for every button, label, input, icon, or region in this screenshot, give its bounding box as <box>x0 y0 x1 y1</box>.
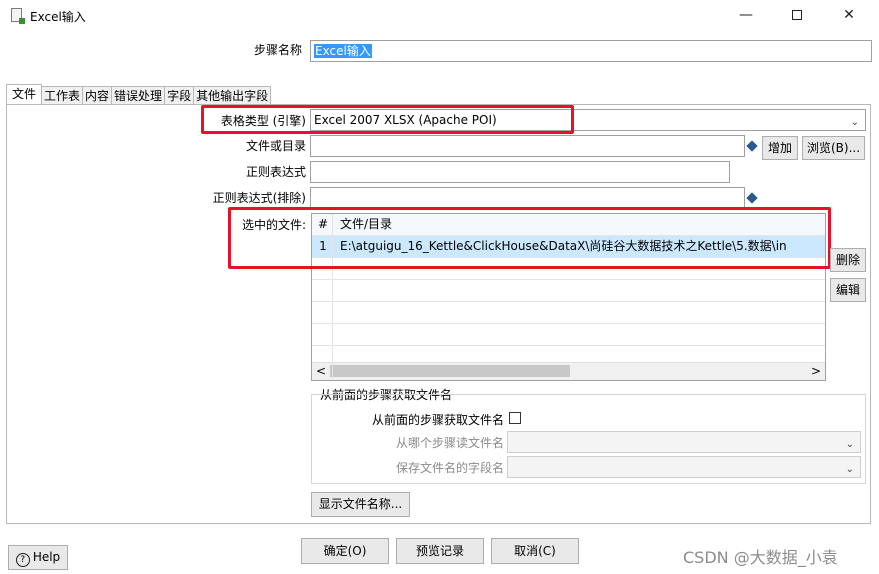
highlight-box-engine <box>201 105 574 134</box>
chevron-down-icon: ⌄ <box>845 464 854 475</box>
help-button[interactable]: ? Help <box>8 545 68 570</box>
tab-other-output-fields[interactable]: 其他输出字段 <box>193 86 272 105</box>
show-filenames-button[interactable]: 显示文件名称... <box>311 492 410 517</box>
step-name-input[interactable]: Excel输入 <box>310 40 872 62</box>
maximize-icon <box>792 10 802 20</box>
field-name-label: 保存文件名的字段名 <box>395 461 504 475</box>
file-or-dir-input[interactable] <box>310 135 745 157</box>
step-name-label: 步骤名称 <box>253 43 302 57</box>
maximize-button[interactable] <box>782 4 812 26</box>
accept-filenames-label: 从前面的步骤获取文件名 <box>371 413 504 427</box>
tab-file[interactable]: 文件 <box>6 84 43 105</box>
kettle-step-icon <box>11 8 25 24</box>
regex-exclude-input[interactable] <box>310 187 745 209</box>
step-to-read-label: 从哪个步骤读文件名 <box>395 436 504 450</box>
add-button[interactable]: 增加 <box>762 136 798 160</box>
table-row[interactable] <box>312 280 825 302</box>
file-or-dir-label: 文件或目录 <box>245 139 306 153</box>
help-button-label: Help <box>32 550 61 564</box>
tab-worksheet[interactable]: 工作表 <box>41 86 84 105</box>
chevron-down-icon: ⌄ <box>845 439 854 450</box>
scroll-thumb[interactable] <box>330 365 570 377</box>
ok-button[interactable]: 确定(O) <box>301 538 389 564</box>
browse-button[interactable]: 浏览(B)... <box>802 136 865 160</box>
tab-bar: 文件 工作表 内容 错误处理 字段 其他输出字段 <box>6 84 272 105</box>
delete-button[interactable]: 删除 <box>830 248 866 272</box>
close-button[interactable]: ✕ <box>834 4 864 26</box>
regex-input[interactable] <box>310 161 730 183</box>
horizontal-scrollbar[interactable]: < > <box>312 362 825 380</box>
minimize-button[interactable]: — <box>731 4 761 26</box>
regex-label: 正则表达式 <box>245 165 306 179</box>
accept-filenames-checkbox[interactable] <box>509 412 521 424</box>
regex-exclude-label: 正则表达式(排除) <box>212 191 306 205</box>
step-to-read-select[interactable]: ⌄ <box>507 431 861 453</box>
tab-fields[interactable]: 字段 <box>164 86 195 105</box>
step-name-value: Excel输入 <box>314 44 372 58</box>
window-title: Excel输入 <box>30 10 86 24</box>
watermark: CSDN @大数据_小袁 <box>683 548 838 567</box>
field-name-select[interactable]: ⌄ <box>507 456 861 478</box>
table-row[interactable] <box>312 302 825 324</box>
tab-error-handling[interactable]: 错误处理 <box>111 86 166 105</box>
title-bar: Excel输入 — ✕ <box>0 0 879 32</box>
scroll-right-arrow[interactable]: > <box>811 363 821 380</box>
edit-button[interactable]: 编辑 <box>830 278 866 302</box>
highlight-box-selected-files <box>228 207 831 269</box>
chevron-down-icon: ⌄ <box>850 117 859 128</box>
tab-content[interactable]: 内容 <box>82 86 113 105</box>
cancel-button[interactable]: 取消(C) <box>491 538 579 564</box>
table-row[interactable] <box>312 324 825 346</box>
help-icon: ? <box>15 553 30 567</box>
preview-button[interactable]: 预览记录 <box>396 538 484 564</box>
